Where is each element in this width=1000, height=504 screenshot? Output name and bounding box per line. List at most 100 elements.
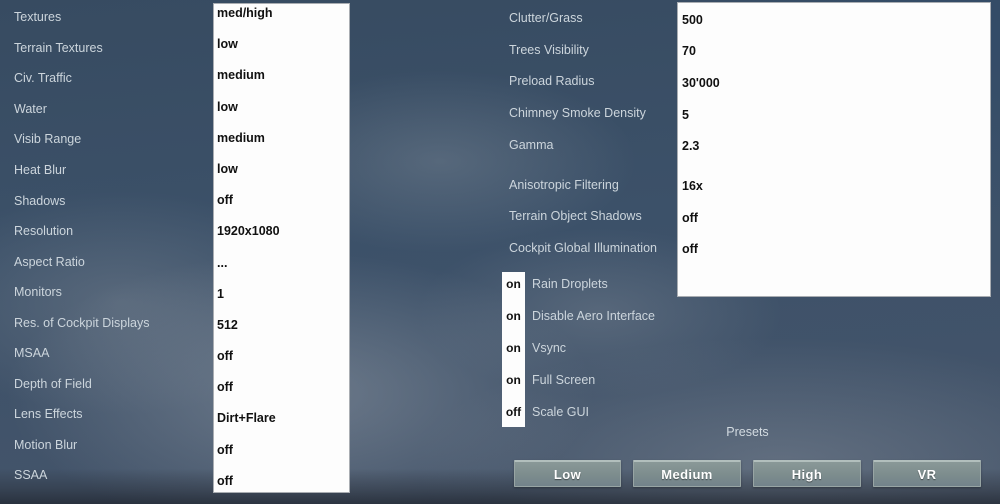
option-row-cockpit-global-illumination[interactable]: Cockpit Global Illumination — [509, 232, 657, 264]
option-label-water: Water — [14, 101, 47, 116]
option-value-depth-of-field[interactable]: off — [217, 372, 347, 403]
option-value-cockpit-global-illumination[interactable]: off — [682, 233, 988, 265]
option-value-msaa[interactable]: off — [217, 340, 347, 371]
option-row-monitors[interactable]: Monitors — [14, 277, 149, 308]
preset-high-button[interactable]: High — [753, 460, 861, 487]
option-value-msaa-text: off — [217, 349, 233, 364]
left-values-dropdown-panel: med/high low medium low medium low off 1… — [213, 3, 350, 493]
toggle-rain-droplets[interactable]: on — [502, 268, 525, 300]
option-label-depth-of-field: Depth of Field — [14, 376, 92, 391]
option-label-resolution: Resolution — [14, 224, 74, 239]
option-row-heat-blur[interactable]: Heat Blur — [14, 155, 149, 186]
option-row-anisotropic-filtering[interactable]: Anisotropic Filtering — [509, 169, 657, 201]
toggle-vsync[interactable]: on — [502, 332, 525, 364]
preset-medium-button[interactable]: Medium — [633, 460, 741, 487]
option-value-civ-traffic-text: medium — [217, 68, 265, 83]
option-value-ssaa-text: off — [217, 473, 233, 488]
option-label-monitors: Monitors — [14, 285, 62, 300]
option-value-res-of-cockpit-displays[interactable]: 512 — [217, 309, 347, 340]
option-value-lens-effects-text: Dirt+Flare — [217, 411, 276, 426]
option-row-depth-of-field[interactable]: Depth of Field — [14, 369, 149, 400]
option-value-preload-radius-text: 30'000 — [682, 75, 720, 90]
option-value-preload-radius[interactable]: 30'000 — [682, 67, 988, 99]
option-value-textures-text: med/high — [217, 6, 273, 20]
option-value-lens-effects[interactable]: Dirt+Flare — [217, 403, 347, 434]
option-row-textures[interactable]: Textures — [14, 2, 149, 33]
toggle-full-screen-state: on — [506, 372, 521, 387]
option-value-shadows[interactable]: off — [217, 185, 347, 216]
option-row-lens-effects[interactable]: Lens Effects — [14, 399, 149, 430]
option-value-aspect-ratio[interactable]: ... — [217, 247, 347, 278]
option-value-motion-blur-text: off — [217, 442, 233, 457]
option-value-chimney-smoke-density[interactable]: 5 — [682, 99, 988, 131]
option-label-cockpit-global-illumination: Cockpit Global Illumination — [509, 240, 657, 255]
option-value-terrain-object-shadows[interactable]: off — [682, 202, 988, 234]
option-row-terrain-object-shadows[interactable]: Terrain Object Shadows — [509, 201, 657, 233]
preset-low-button[interactable]: Low — [514, 460, 621, 487]
option-row-shadows[interactable]: Shadows — [14, 185, 149, 216]
option-row-clutter-grass[interactable]: Clutter/Grass — [509, 2, 646, 34]
toggle-row-disable-aero-interface[interactable]: Disable Aero Interface — [532, 300, 655, 332]
option-value-trees-visibility[interactable]: 70 — [682, 36, 988, 68]
option-value-ssaa[interactable]: off — [217, 465, 347, 496]
option-value-monitors[interactable]: 1 — [217, 278, 347, 309]
option-value-clutter-grass[interactable]: 500 — [682, 4, 988, 36]
option-value-heat-blur[interactable]: low — [217, 153, 347, 184]
option-value-gamma-text: 2.3 — [682, 139, 700, 154]
presets-title: Presets — [726, 425, 769, 439]
option-value-resolution[interactable]: 1920x1080 — [217, 216, 347, 247]
toggle-row-rain-droplets[interactable]: Rain Droplets — [532, 268, 655, 300]
toggle-scale-gui[interactable]: off — [502, 396, 525, 428]
option-row-civ-traffic[interactable]: Civ. Traffic — [14, 63, 149, 94]
option-row-motion-blur[interactable]: Motion Blur — [14, 430, 149, 461]
toggle-disable-aero-interface[interactable]: on — [502, 300, 525, 332]
toggle-rain-droplets-state: on — [506, 276, 521, 291]
option-row-aspect-ratio[interactable]: Aspect Ratio — [14, 246, 149, 277]
option-value-chimney-smoke-density-text: 5 — [682, 107, 689, 122]
option-row-ssaa[interactable]: SSAA — [14, 460, 149, 491]
toggle-label-disable-aero-interface: Disable Aero Interface — [532, 309, 655, 323]
right-values-dropdown-panel: 500 70 30'000 5 2.3 16x off off — [677, 2, 991, 297]
option-value-water[interactable]: low — [217, 91, 347, 122]
option-value-terrain-textures[interactable]: low — [217, 29, 347, 60]
option-label-ssaa: SSAA — [14, 468, 48, 483]
toggle-label-vsync: Vsync — [532, 341, 567, 355]
option-row-water[interactable]: Water — [14, 94, 149, 125]
option-label-terrain-textures: Terrain Textures — [14, 40, 103, 55]
option-label-msaa: MSAA — [14, 346, 50, 361]
option-value-gamma[interactable]: 2.3 — [682, 130, 988, 162]
preset-vr-button[interactable]: VR — [873, 460, 981, 487]
option-value-aspect-ratio-text: ... — [217, 255, 228, 270]
option-row-resolution[interactable]: Resolution — [14, 216, 149, 247]
option-value-resolution-text: 1920x1080 — [217, 224, 280, 239]
option-label-anisotropic-filtering: Anisotropic Filtering — [509, 177, 619, 192]
option-row-res-of-cockpit-displays[interactable]: Res. of Cockpit Displays — [14, 307, 149, 338]
toggle-label-scale-gui: Scale GUI — [532, 405, 589, 419]
option-value-anisotropic-filtering[interactable]: 16x — [682, 170, 988, 202]
option-value-visib-range[interactable]: medium — [217, 122, 347, 153]
option-row-terrain-textures[interactable]: Terrain Textures — [14, 33, 149, 64]
option-value-motion-blur[interactable]: off — [217, 434, 347, 465]
option-value-trees-visibility-text: 70 — [682, 44, 696, 59]
toggle-row-scale-gui[interactable]: Scale GUI — [532, 396, 655, 428]
option-label-terrain-object-shadows: Terrain Object Shadows — [509, 209, 642, 224]
toggle-full-screen[interactable]: on — [502, 364, 525, 396]
option-row-trees-visibility[interactable]: Trees Visibility — [509, 34, 646, 66]
option-row-gamma[interactable]: Gamma — [509, 129, 646, 161]
option-value-visib-range-text: medium — [217, 130, 265, 145]
option-row-preload-radius[interactable]: Preload Radius — [509, 66, 646, 98]
option-value-civ-traffic[interactable]: medium — [217, 60, 347, 91]
option-label-aspect-ratio: Aspect Ratio — [14, 254, 85, 269]
option-row-msaa[interactable]: MSAA — [14, 338, 149, 369]
option-row-chimney-smoke-density[interactable]: Chimney Smoke Density — [509, 97, 646, 129]
toggle-label-rain-droplets: Rain Droplets — [532, 277, 608, 291]
toggle-row-full-screen[interactable]: Full Screen — [532, 364, 655, 396]
option-label-trees-visibility: Trees Visibility — [509, 42, 589, 57]
option-row-visib-range[interactable]: Visib Range — [14, 124, 149, 155]
toggle-label-full-screen: Full Screen — [532, 373, 596, 387]
option-value-textures[interactable]: med/high — [217, 0, 347, 29]
option-label-shadows: Shadows — [14, 193, 66, 208]
option-value-depth-of-field-text: off — [217, 380, 233, 395]
option-value-terrain-textures-text: low — [217, 37, 238, 52]
toggle-row-vsync[interactable]: Vsync — [532, 332, 655, 364]
